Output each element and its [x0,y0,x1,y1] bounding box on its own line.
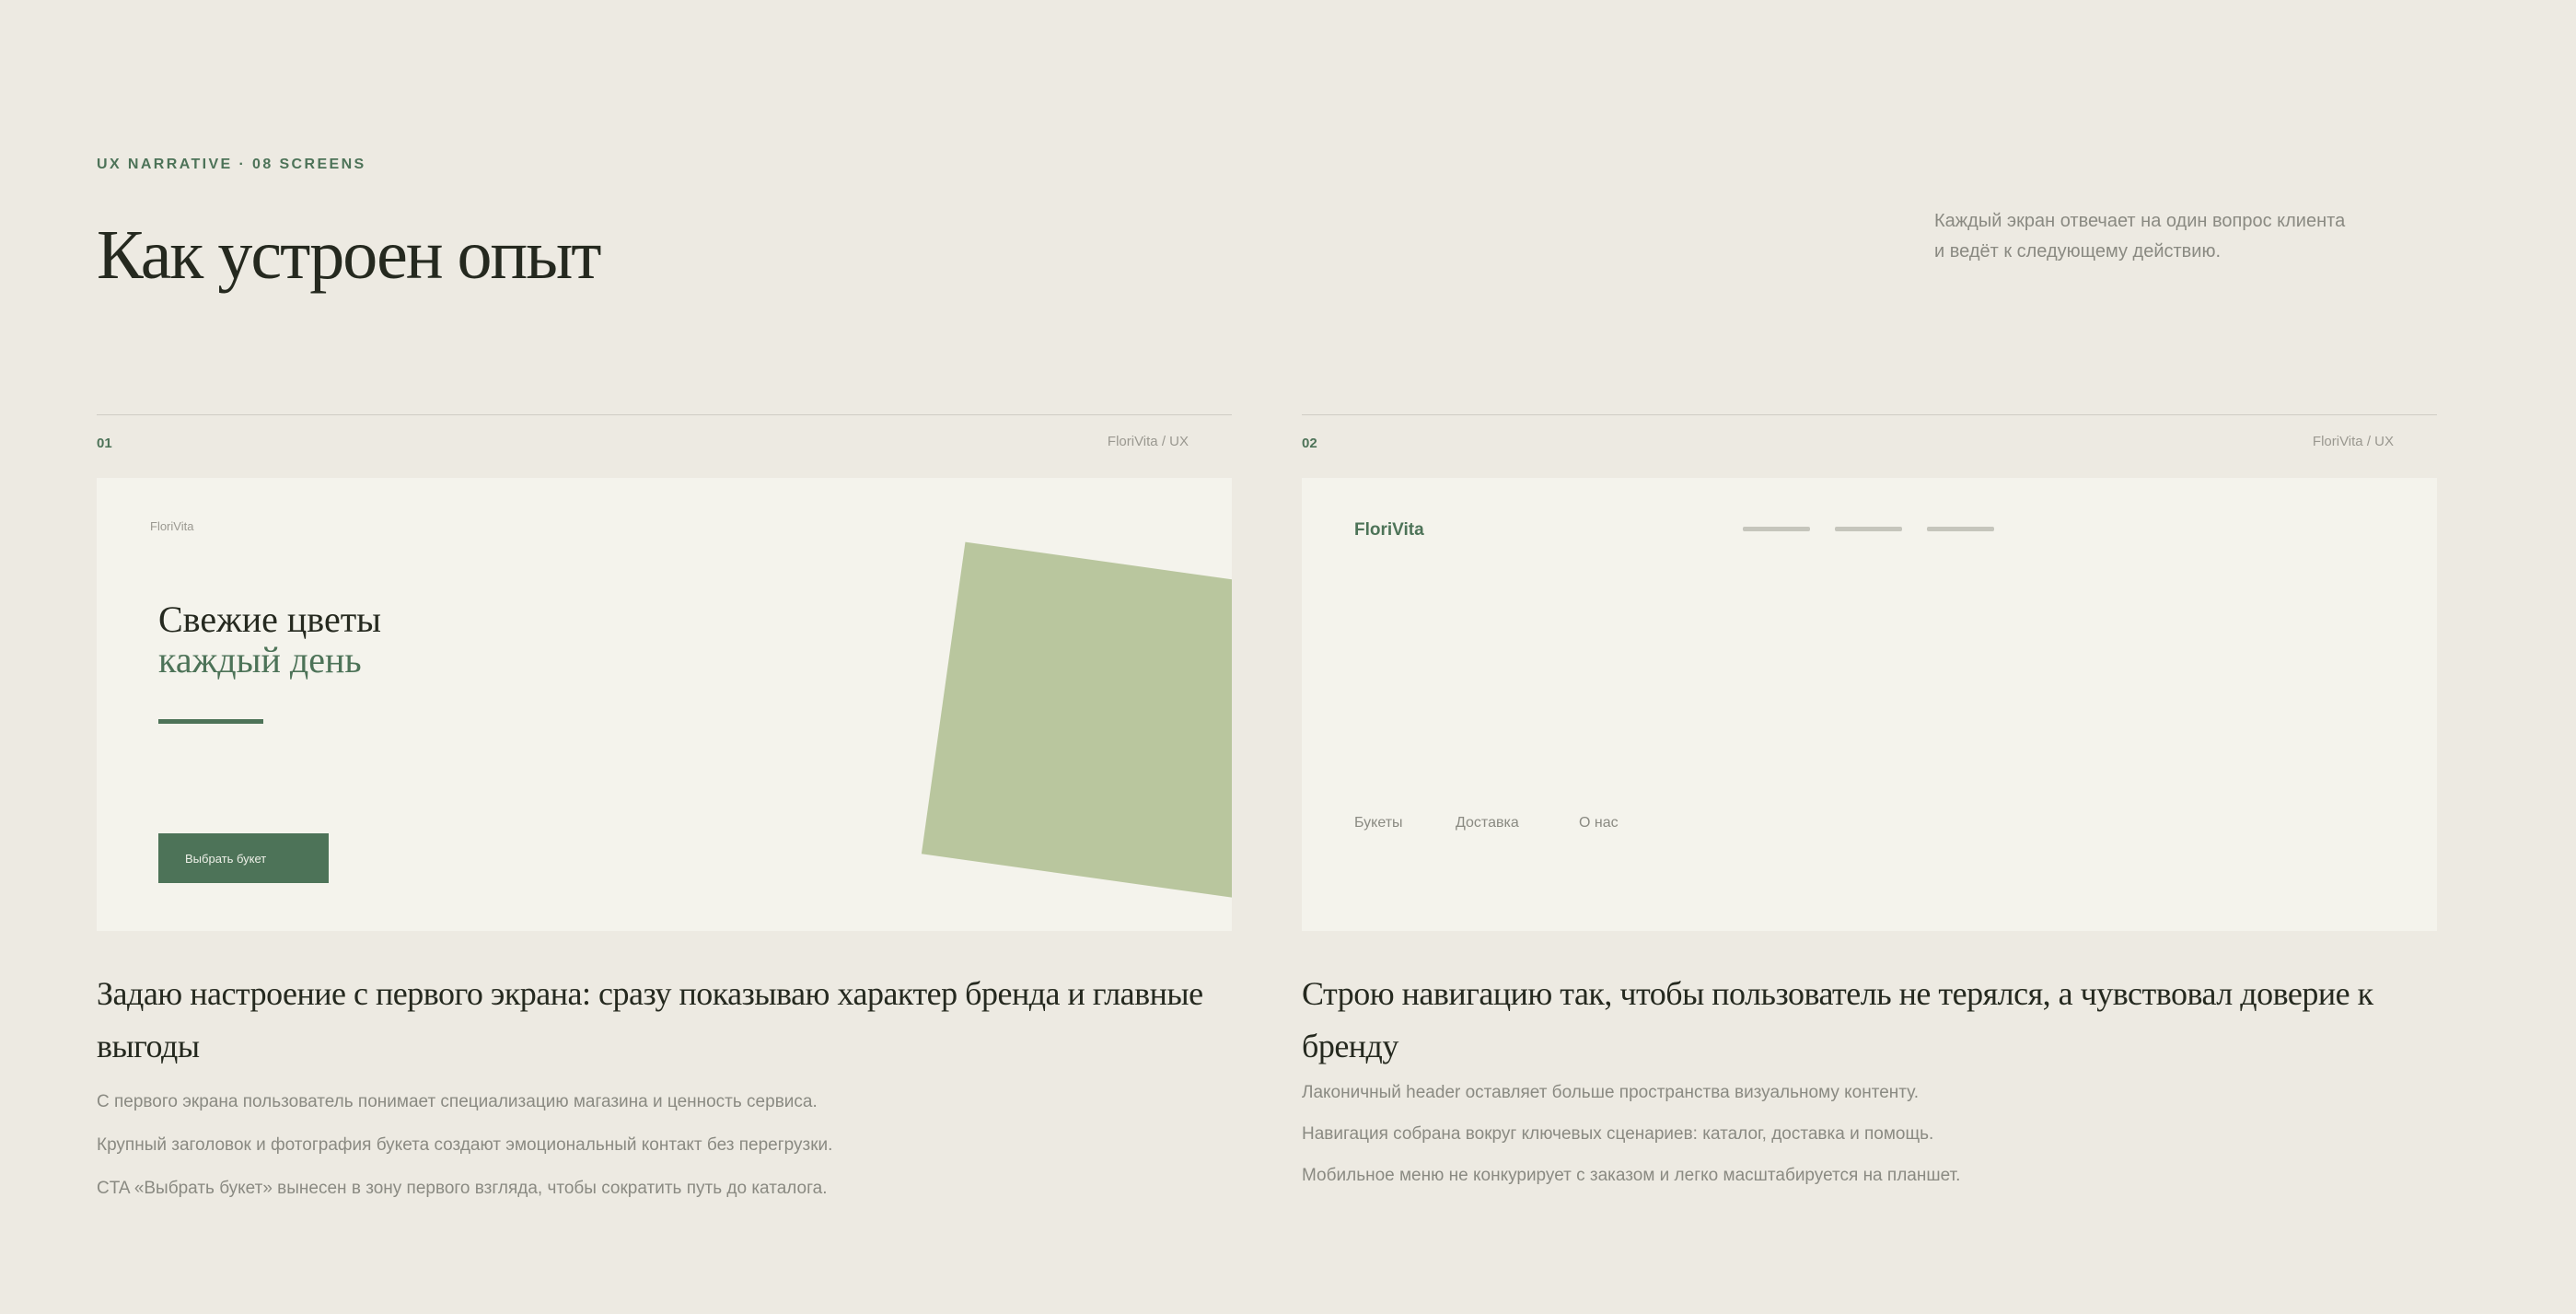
choose-bouquet-button[interactable]: Выбрать букет [158,833,329,883]
screen-meta: 01 FloriVita / UX [97,415,1232,478]
screen-meta: 02 FloriVita / UX [1302,415,2437,478]
section-eyebrow: UX NARRATIVE · 08 SCREENS [97,157,366,172]
note-item: Навигация собрана вокруг ключевых сценар… [1302,1124,1934,1144]
mock-brand-logo[interactable]: FloriVita [1354,520,1424,541]
screen-tag: FloriVita / UX [2312,434,2394,449]
note-item: С первого экрана пользователь понимает с… [97,1092,818,1111]
screen-card-02: 02 FloriVita / UX FloriVita Букеты Доста… [1302,414,2437,1206]
intro-line: Каждый экран отвечает на один вопрос кли… [1934,211,2346,231]
nav-placeholder-bar [1927,527,1994,531]
screen-heading: Строю навигацию так, чтобы пользователь … [1302,975,2373,1064]
screen-heading: Задаю настроение с первого экрана: сразу… [97,975,1203,1064]
note-item: Лаконичный header оставляет больше прост… [1302,1083,1920,1102]
nav-placeholder-bar [1743,527,1810,531]
nav-link-bouquets[interactable]: Букеты [1354,815,1403,831]
note-item: CTA «Выбрать букет» вынесен в зону перво… [97,1179,828,1198]
nav-placeholder-bar [1835,527,1902,531]
mock-headline: Свежие цветы [158,599,382,640]
mock-brand-logo: FloriVita [150,519,194,533]
screen-number: 01 [97,436,112,451]
screen-tag: FloriVita / UX [1107,434,1189,449]
screen-notes: С первого экрана пользователь понимает с… [97,1091,1232,1200]
bouquet-image-placeholder [921,541,1232,899]
page-title: Как устроен опыт [97,216,601,294]
nav-link-delivery[interactable]: Доставка [1456,815,1519,831]
mock-accent-line [158,719,263,724]
hero-mockup: FloriVita Свежие цветы каждый день Выбра… [97,478,1232,931]
screen-card-01: 01 FloriVita / UX FloriVita Свежие цветы… [97,414,1232,1221]
note-item: Мобильное меню не конкурирует с заказом … [1302,1166,1961,1185]
mock-headline-accent: каждый день [158,639,362,680]
navigation-mockup: FloriVita Букеты Доставка О нас [1302,478,2437,931]
screen-notes: Лаконичный header оставляет больше прост… [1302,1082,2437,1187]
intro-text: Каждый экран отвечает на один вопрос кли… [1934,206,2413,267]
nav-link-about[interactable]: О нас [1579,815,1619,831]
intro-line: и ведёт к следующему действию. [1934,241,2222,262]
note-item: Крупный заголовок и фотография букета со… [97,1135,833,1155]
screen-number: 02 [1302,436,1317,451]
